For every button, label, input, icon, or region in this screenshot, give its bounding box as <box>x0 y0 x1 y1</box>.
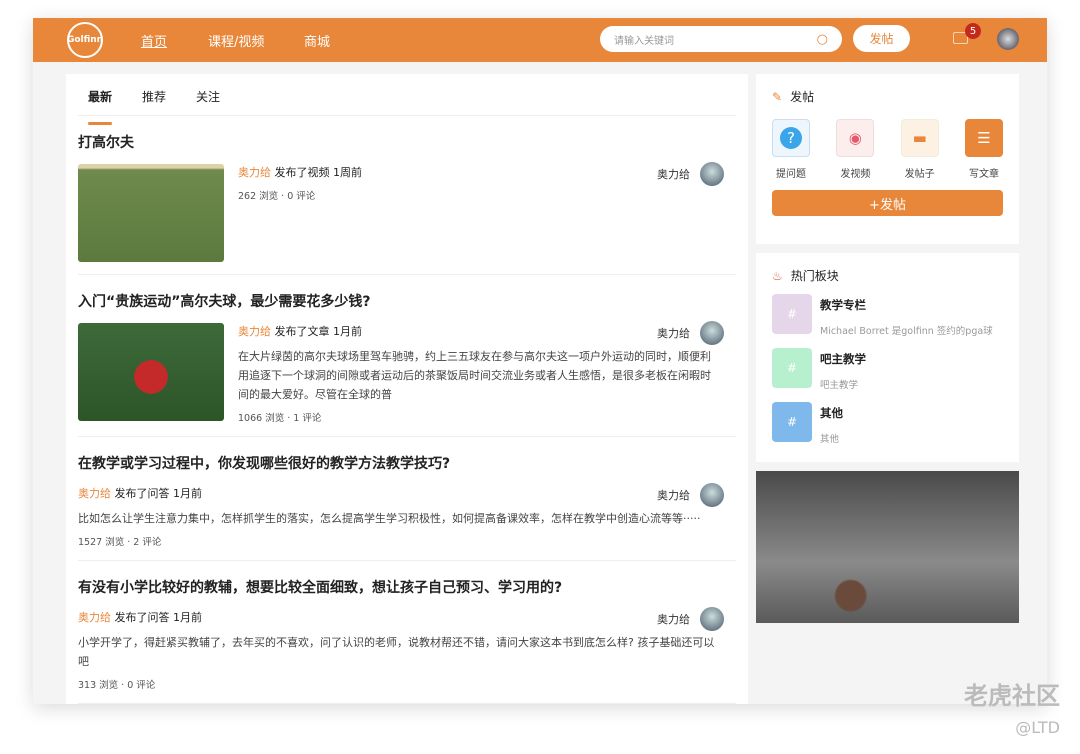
board-item[interactable]: # 吧主教学 吧主教学 <box>772 348 1003 392</box>
author-link[interactable]: 奥力给 <box>78 487 111 500</box>
banner-image[interactable] <box>756 471 1019 623</box>
post-author[interactable]: 奥力给 <box>657 611 690 627</box>
post-author[interactable]: 奥力给 <box>657 166 690 182</box>
search-input[interactable]: 请输入关键词 ○ <box>600 26 842 52</box>
post-stats: 1066 浏览 · 1 评论 <box>238 413 322 424</box>
feed: 最新 推荐 关注 打高尔夫 奥力给 奥力给 发布了视频 1周前 262 浏览 ·… <box>66 74 748 704</box>
post-stats: 262 浏览 · 0 评论 <box>238 191 316 202</box>
document-icon: ☰ <box>964 119 1003 157</box>
post-panel: ✎ 发帖 ? 提问题 ◉ 发视频 ▬ 发帖子 ☰ 写文章 +发帖 <box>756 74 1019 244</box>
post-excerpt: 在大片绿茵的高尔夫球场里驾车驰骋，约上三五球友在参与高尔夫这一项户外运动的同时，… <box>238 350 711 401</box>
post-panel-title: 发帖 <box>790 90 815 104</box>
search-placeholder: 请输入关键词 <box>614 35 674 47</box>
logo[interactable]: Golfinn <box>67 22 103 58</box>
watermark-sub: @LTD <box>1015 718 1060 737</box>
board-desc: 吧主教学 <box>820 380 859 391</box>
action-label: 写文章 <box>968 169 999 180</box>
post-stats: 313 浏览 · 0 评论 <box>78 680 156 691</box>
board-item[interactable]: # 教学专栏 Michael Borret 是golfinn 签约的pga球 <box>772 294 1003 338</box>
post-excerpt: 小学开学了，得赶紧买教辅了，去年买的不喜欢，问了认识的老师，说教材帮还不错，请问… <box>78 636 715 668</box>
author-avatar[interactable] <box>700 321 724 345</box>
author-link[interactable]: 奥力给 <box>78 611 111 624</box>
post-thread-button[interactable]: ▬ 发帖子 <box>900 119 939 180</box>
pen-icon: ✎ <box>772 89 783 104</box>
post-stats: 1527 浏览 · 2 评论 <box>78 537 162 548</box>
board-name[interactable]: 教学专栏 <box>820 297 993 313</box>
post-author[interactable]: 奥力给 <box>657 325 690 341</box>
post-author[interactable]: 奥力给 <box>657 487 690 503</box>
post-action: 发布了问答 1月前 <box>114 611 203 624</box>
nav-home[interactable]: 首页 <box>141 31 167 50</box>
post-action: 发布了问答 1月前 <box>114 487 203 500</box>
top-nav: Golfinn 首页 课程/视频 商城 请输入关键词 ○ 发帖 5 <box>33 18 1047 62</box>
author-avatar[interactable] <box>700 483 724 507</box>
article-thumbnail[interactable] <box>78 323 224 421</box>
fire-icon: ♨ <box>772 268 783 283</box>
post-action: 发布了视频 1周前 <box>274 166 363 179</box>
author-avatar[interactable] <box>700 607 724 631</box>
video-thumbnail[interactable] <box>78 164 224 262</box>
post-title[interactable]: 有没有小学比较好的教辅，想要比较全面细致，想让孩子自己预习、学习用的? <box>78 577 736 597</box>
new-post-button[interactable]: +发帖 <box>772 190 1003 216</box>
post-item[interactable]: 有没有小学比较好的教辅，想要比较全面细致，想让孩子自己预习、学习用的? 奥力给 … <box>78 561 736 704</box>
search-icon[interactable]: ○ <box>817 32 828 47</box>
post-video-button[interactable]: ◉ 发视频 <box>836 119 875 180</box>
post-item[interactable]: 打高尔夫 奥力给 奥力给 发布了视频 1周前 262 浏览 · 0 评论 <box>78 116 736 275</box>
hash-icon: # <box>772 348 812 388</box>
board-name[interactable]: 吧主教学 <box>820 351 866 367</box>
ask-question-button[interactable]: ? 提问题 <box>772 119 810 180</box>
nav-shop[interactable]: 商城 <box>304 31 330 50</box>
hot-boards-panel: ♨ 热门板块 # 教学专栏 Michael Borret 是golfinn 签约的pg… <box>756 253 1019 462</box>
chat-icon: ▬ <box>900 119 939 157</box>
nav-courses[interactable]: 课程/视频 <box>208 31 264 50</box>
watermark: 老虎社区 <box>964 682 1060 710</box>
write-article-button[interactable]: ☰ 写文章 <box>964 119 1003 180</box>
post-action: 发布了文章 1月前 <box>274 325 363 338</box>
tab-following[interactable]: 关注 <box>196 88 220 115</box>
author-link[interactable]: 奥力给 <box>238 325 271 338</box>
post-title[interactable]: 打高尔夫 <box>78 132 736 152</box>
post-button[interactable]: 发帖 <box>853 25 910 52</box>
tab-latest[interactable]: 最新 <box>88 88 113 125</box>
camera-icon: ◉ <box>836 119 875 157</box>
action-label: 发帖子 <box>904 169 935 180</box>
user-avatar[interactable] <box>997 28 1019 50</box>
post-excerpt: 比如怎么让学生注意力集中，怎样抓学生的落实，怎么提高学生学习积极性，如何提高备课… <box>78 512 701 525</box>
action-label: 提问题 <box>776 169 806 180</box>
board-desc: 其他 <box>820 434 840 445</box>
post-title[interactable]: 在教学或学习过程中，你发现哪些很好的教学方法教学技巧? <box>78 453 736 473</box>
question-icon: ? <box>772 119 810 157</box>
tab-recommended[interactable]: 推荐 <box>142 88 166 115</box>
board-desc: Michael Borret 是golfinn 签约的pga球 <box>820 326 993 337</box>
app-window: Golfinn 首页 课程/视频 商城 请输入关键词 ○ 发帖 5 最新 推荐 关… <box>33 18 1047 704</box>
feed-tabs: 最新 推荐 关注 <box>78 74 736 125</box>
hash-icon: # <box>772 402 812 442</box>
author-avatar[interactable] <box>700 162 724 186</box>
post-item[interactable]: 在教学或学习过程中，你发现哪些很好的教学方法教学技巧? 奥力给 奥力给 发布了问… <box>78 437 736 561</box>
post-item[interactable]: 入门“贵族运动”高尔夫球，最少需要花多少钱? 奥力给 奥力给 发布了文章 1月前… <box>78 275 736 437</box>
hot-title: 热门板块 <box>790 269 839 283</box>
author-link[interactable]: 奥力给 <box>238 166 271 179</box>
notification-badge: 5 <box>965 23 981 39</box>
board-name[interactable]: 其他 <box>820 405 843 421</box>
board-item[interactable]: # 其他 其他 <box>772 402 1003 446</box>
hash-icon: # <box>772 294 812 334</box>
action-label: 发视频 <box>840 169 871 180</box>
post-title[interactable]: 入门“贵族运动”高尔夫球，最少需要花多少钱? <box>78 291 736 311</box>
